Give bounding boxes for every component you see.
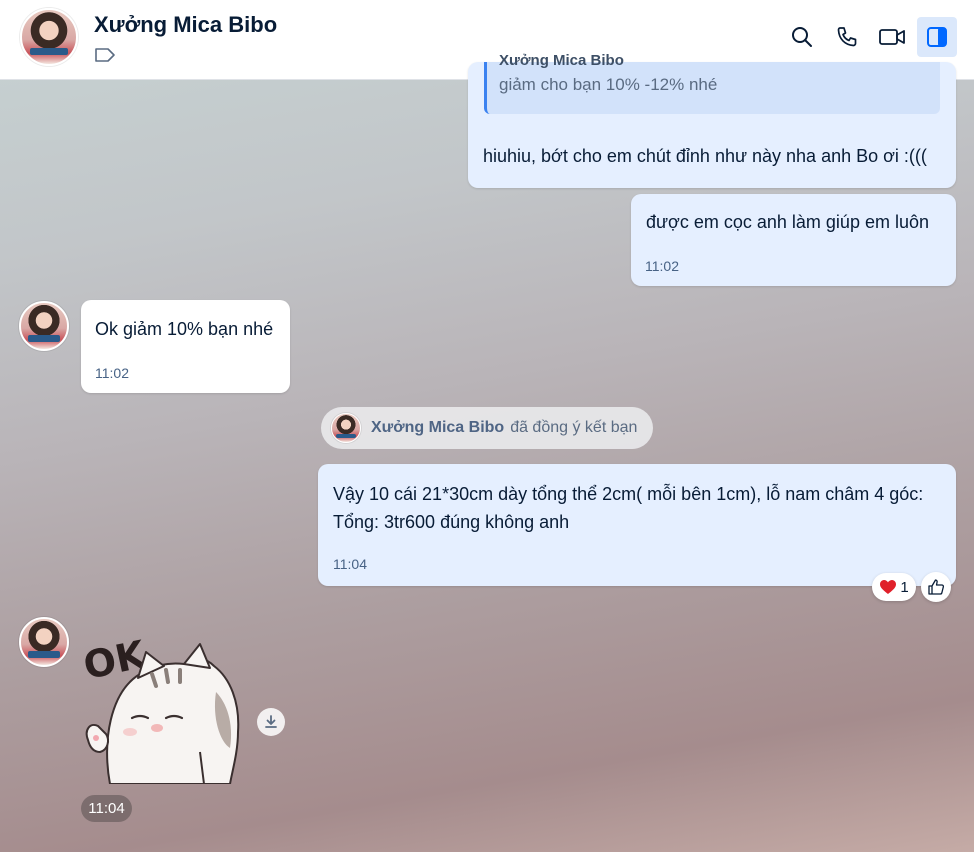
message-text-line1: Vậy 10 cái 21*30cm dày tổng thể 2cm( mỗi… bbox=[333, 484, 924, 504]
reaction-summary[interactable]: 1 bbox=[872, 573, 916, 601]
download-icon[interactable] bbox=[257, 708, 285, 736]
heart-icon bbox=[880, 580, 897, 594]
message-bubble-outgoing[interactable]: được em cọc anh làm giúp em luôn 11:02 bbox=[631, 194, 956, 286]
quoted-text: giảm cho bạn 10% -12% nhé bbox=[499, 75, 718, 94]
cat-ok-sticker[interactable]: OK bbox=[80, 622, 250, 784]
sidebar-toggle-icon[interactable] bbox=[917, 17, 957, 57]
message-time: 11:02 bbox=[95, 365, 129, 381]
notice-avatar bbox=[331, 413, 361, 443]
quoted-sender-name: Xưởng Mica Bibo bbox=[499, 52, 624, 69]
like-reaction-button[interactable] bbox=[921, 572, 951, 602]
sender-avatar[interactable] bbox=[19, 617, 69, 667]
thumbs-up-icon bbox=[928, 579, 945, 595]
quoted-message[interactable]: Xưởng Mica Bibo giảm cho bạn 10% -12% nh… bbox=[484, 52, 940, 114]
notice-sender-name[interactable]: Xưởng Mica Bibo bbox=[371, 419, 504, 437]
message-bubble-outgoing[interactable]: Vậy 10 cái 21*30cm dày tổng thể 2cm( mỗi… bbox=[318, 464, 956, 586]
search-icon[interactable] bbox=[787, 22, 817, 52]
video-icon[interactable] bbox=[877, 22, 907, 52]
sender-avatar[interactable] bbox=[19, 301, 69, 351]
friend-accepted-notice: Xưởng Mica Bibo đã đồng ý kết bạn bbox=[321, 407, 653, 449]
phone-icon[interactable] bbox=[832, 22, 862, 52]
reaction-count: 1 bbox=[900, 578, 909, 596]
tag-icon[interactable] bbox=[94, 46, 116, 64]
message-time: 11:04 bbox=[333, 556, 367, 572]
contact-avatar[interactable] bbox=[20, 8, 78, 66]
message-text: Ok giảm 10% bạn nhé bbox=[95, 319, 274, 339]
chat-title[interactable]: Xưởng Mica Bibo bbox=[94, 12, 277, 38]
notice-text: đã đồng ý kết bạn bbox=[510, 419, 638, 436]
message-bubble-outgoing[interactable]: Xưởng Mica Bibo giảm cho bạn 10% -12% nh… bbox=[468, 52, 956, 188]
sticker-time: 11:04 bbox=[81, 795, 132, 822]
message-text: hiuhiu, bớt cho em chút đỉnh như này nha… bbox=[483, 146, 927, 166]
message-text: được em cọc anh làm giúp em luôn bbox=[646, 212, 929, 232]
message-time: 11:02 bbox=[645, 258, 679, 274]
message-text-line2: Tổng: 3tr600 đúng không anh bbox=[333, 512, 570, 532]
message-bubble-incoming[interactable]: Ok giảm 10% bạn nhé 11:02 bbox=[81, 300, 290, 393]
